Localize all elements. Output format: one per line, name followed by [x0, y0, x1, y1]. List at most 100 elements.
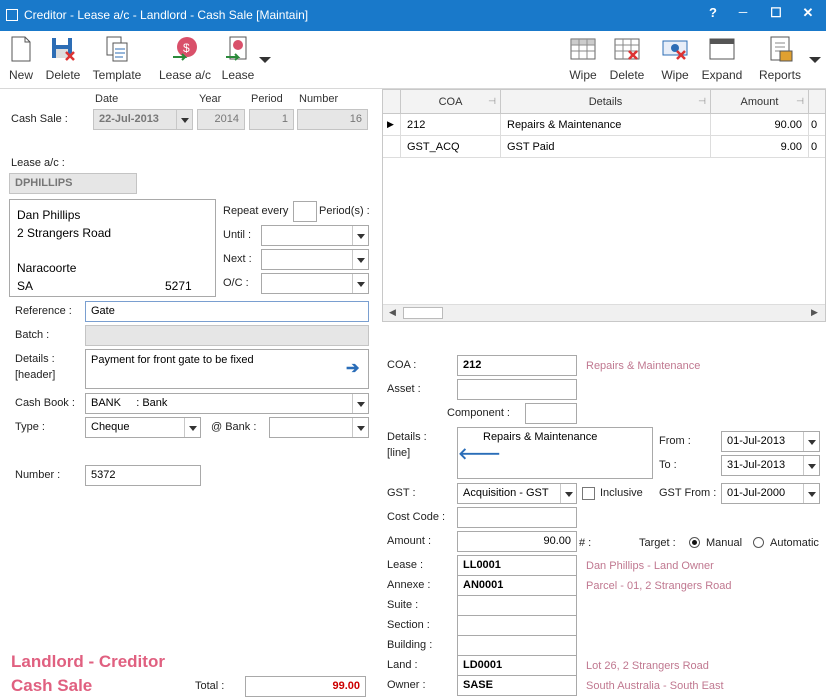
expand-label: Expand: [701, 68, 743, 82]
grid-cell-extra[interactable]: 0: [809, 114, 825, 136]
target-automatic-radio[interactable]: [753, 537, 764, 548]
grid-cell-extra[interactable]: 0: [809, 136, 825, 158]
from-dropdown-icon[interactable]: [803, 432, 819, 451]
at-bank-dropdown-icon[interactable]: [352, 418, 368, 437]
grid-cell-coa[interactable]: 212: [401, 114, 501, 136]
line-wipe-icon: [661, 35, 689, 63]
delete-button[interactable]: Delete: [44, 35, 82, 82]
gst-from-field[interactable]: 01-Jul-2000: [721, 483, 820, 504]
to-dropdown-icon[interactable]: [803, 456, 819, 475]
annexe-field[interactable]: AN0001: [457, 575, 577, 596]
address-postcode: 5271: [165, 279, 192, 293]
building-field[interactable]: [457, 635, 577, 656]
arrow-left-icon[interactable]: 🡐: [458, 443, 501, 464]
type-dropdown-icon[interactable]: [184, 418, 200, 437]
pin-icon[interactable]: ⊣: [796, 96, 804, 107]
gst-from-dropdown-icon[interactable]: [803, 484, 819, 503]
type-field[interactable]: Cheque: [85, 417, 201, 438]
address-state: SA: [17, 279, 34, 293]
details-label: Details :: [15, 353, 55, 365]
until-field[interactable]: [261, 225, 369, 246]
grid-cell-amount[interactable]: 90.00: [711, 114, 809, 136]
next-dropdown-icon[interactable]: [352, 250, 368, 269]
to-field[interactable]: 31-Jul-2013: [721, 455, 820, 476]
maximize-button[interactable]: ☐: [766, 5, 786, 21]
lease-ac-code-field[interactable]: DPHILLIPS: [9, 173, 137, 194]
until-dropdown-icon[interactable]: [352, 226, 368, 245]
scrollbar-thumb[interactable]: [403, 307, 443, 319]
grid-cell-coa[interactable]: GST_ACQ: [401, 136, 501, 158]
date-field[interactable]: 22-Jul-2013: [93, 109, 193, 130]
window-title: Creditor - Lease a/c - Landlord - Cash S…: [24, 8, 309, 22]
inclusive-checkbox[interactable]: [582, 487, 595, 500]
brand-line-2: Cash Sale: [11, 676, 93, 695]
total-label: Total :: [195, 680, 225, 692]
to-value: 31-Jul-2013: [727, 459, 786, 471]
date-dropdown-icon[interactable]: [176, 110, 192, 129]
new-button[interactable]: New: [6, 35, 36, 82]
at-bank-field[interactable]: [269, 417, 369, 438]
grid-header-details[interactable]: Details ⊣: [501, 90, 711, 114]
help-button[interactable]: ?: [703, 5, 723, 20]
asset-field[interactable]: [457, 379, 577, 400]
suite-field[interactable]: [457, 595, 577, 616]
scroll-right-icon[interactable]: ▶: [811, 307, 818, 318]
period-field: 1: [249, 109, 294, 130]
component-label: Component :: [447, 407, 510, 419]
reference-field[interactable]: Gate: [85, 301, 369, 322]
cash-book-field[interactable]: BANK : Bank: [85, 393, 369, 414]
grid-cell-details[interactable]: GST Paid: [501, 136, 711, 158]
line-wipe-button[interactable]: Wipe: [658, 35, 692, 82]
horizontal-scrollbar[interactable]: ◀ ▶: [383, 304, 825, 321]
reports-dropdown-arrow-icon[interactable]: [808, 53, 822, 67]
lease-dropdown-arrow-icon[interactable]: [258, 53, 272, 67]
reference-label: Reference :: [15, 305, 72, 317]
amount-field[interactable]: 90.00: [457, 531, 577, 552]
target-manual-radio[interactable]: [689, 537, 700, 548]
year-column-label: Year: [199, 93, 222, 105]
gst-dropdown-icon[interactable]: [560, 484, 576, 503]
lease-icon: [224, 35, 252, 63]
gst-field[interactable]: Acquisition - GST: [457, 483, 577, 504]
pin-icon[interactable]: ⊣: [488, 96, 496, 107]
grid-cell-details[interactable]: Repairs & Maintenance: [501, 114, 711, 136]
number-input[interactable]: 5372: [85, 465, 201, 486]
next-field[interactable]: [261, 249, 369, 270]
lines-grid[interactable]: COA ⊣ Details ⊣ Amount ⊣ ▶ 212 Repairs & Ma…: [382, 89, 826, 322]
expand-button[interactable]: Expand: [700, 35, 744, 82]
grid-header-amount[interactable]: Amount ⊣: [711, 90, 809, 114]
close-button[interactable]: ✕: [798, 5, 818, 21]
section-field[interactable]: [457, 615, 577, 636]
oc-dropdown-icon[interactable]: [352, 274, 368, 293]
coa-field[interactable]: 212: [457, 355, 577, 376]
component-field[interactable]: [525, 403, 577, 424]
owner-field[interactable]: SASE: [457, 675, 577, 696]
scroll-left-icon[interactable]: ◀: [389, 307, 396, 318]
grid-header-coa[interactable]: COA ⊣: [401, 90, 501, 114]
template-button[interactable]: Template: [90, 35, 144, 82]
periods-label: Period(s) :: [319, 205, 370, 217]
repeat-every-field[interactable]: [293, 201, 317, 222]
cash-book-dropdown-icon[interactable]: [352, 394, 368, 413]
pin-icon[interactable]: ⊣: [698, 96, 706, 107]
grid-wipe-button[interactable]: Wipe: [566, 35, 600, 82]
template-icon: [103, 35, 131, 63]
gst-from-label: GST From :: [659, 487, 717, 499]
grid-cell-amount[interactable]: 9.00: [711, 136, 809, 158]
from-field[interactable]: 01-Jul-2013: [721, 431, 820, 452]
lease-field[interactable]: LL0001: [457, 555, 577, 576]
expand-icon: [708, 35, 736, 63]
minimize-button[interactable]: ─: [733, 5, 753, 19]
reports-label: Reports: [758, 68, 802, 82]
reports-button[interactable]: Reports: [756, 35, 804, 82]
date-column-label: Date: [95, 93, 119, 105]
lease-ac-button[interactable]: $ Lease a/c: [158, 35, 212, 82]
arrow-right-icon[interactable]: ➔: [346, 358, 359, 378]
cost-code-field[interactable]: [457, 507, 577, 528]
grid-delete-button[interactable]: Delete: [608, 35, 646, 82]
oc-field[interactable]: [261, 273, 369, 294]
land-field[interactable]: LD0001: [457, 655, 577, 676]
lease-button[interactable]: Lease: [220, 35, 256, 82]
details-header-field[interactable]: Payment for front gate to be fixed: [85, 349, 369, 389]
grid-header-extra[interactable]: [809, 90, 825, 114]
